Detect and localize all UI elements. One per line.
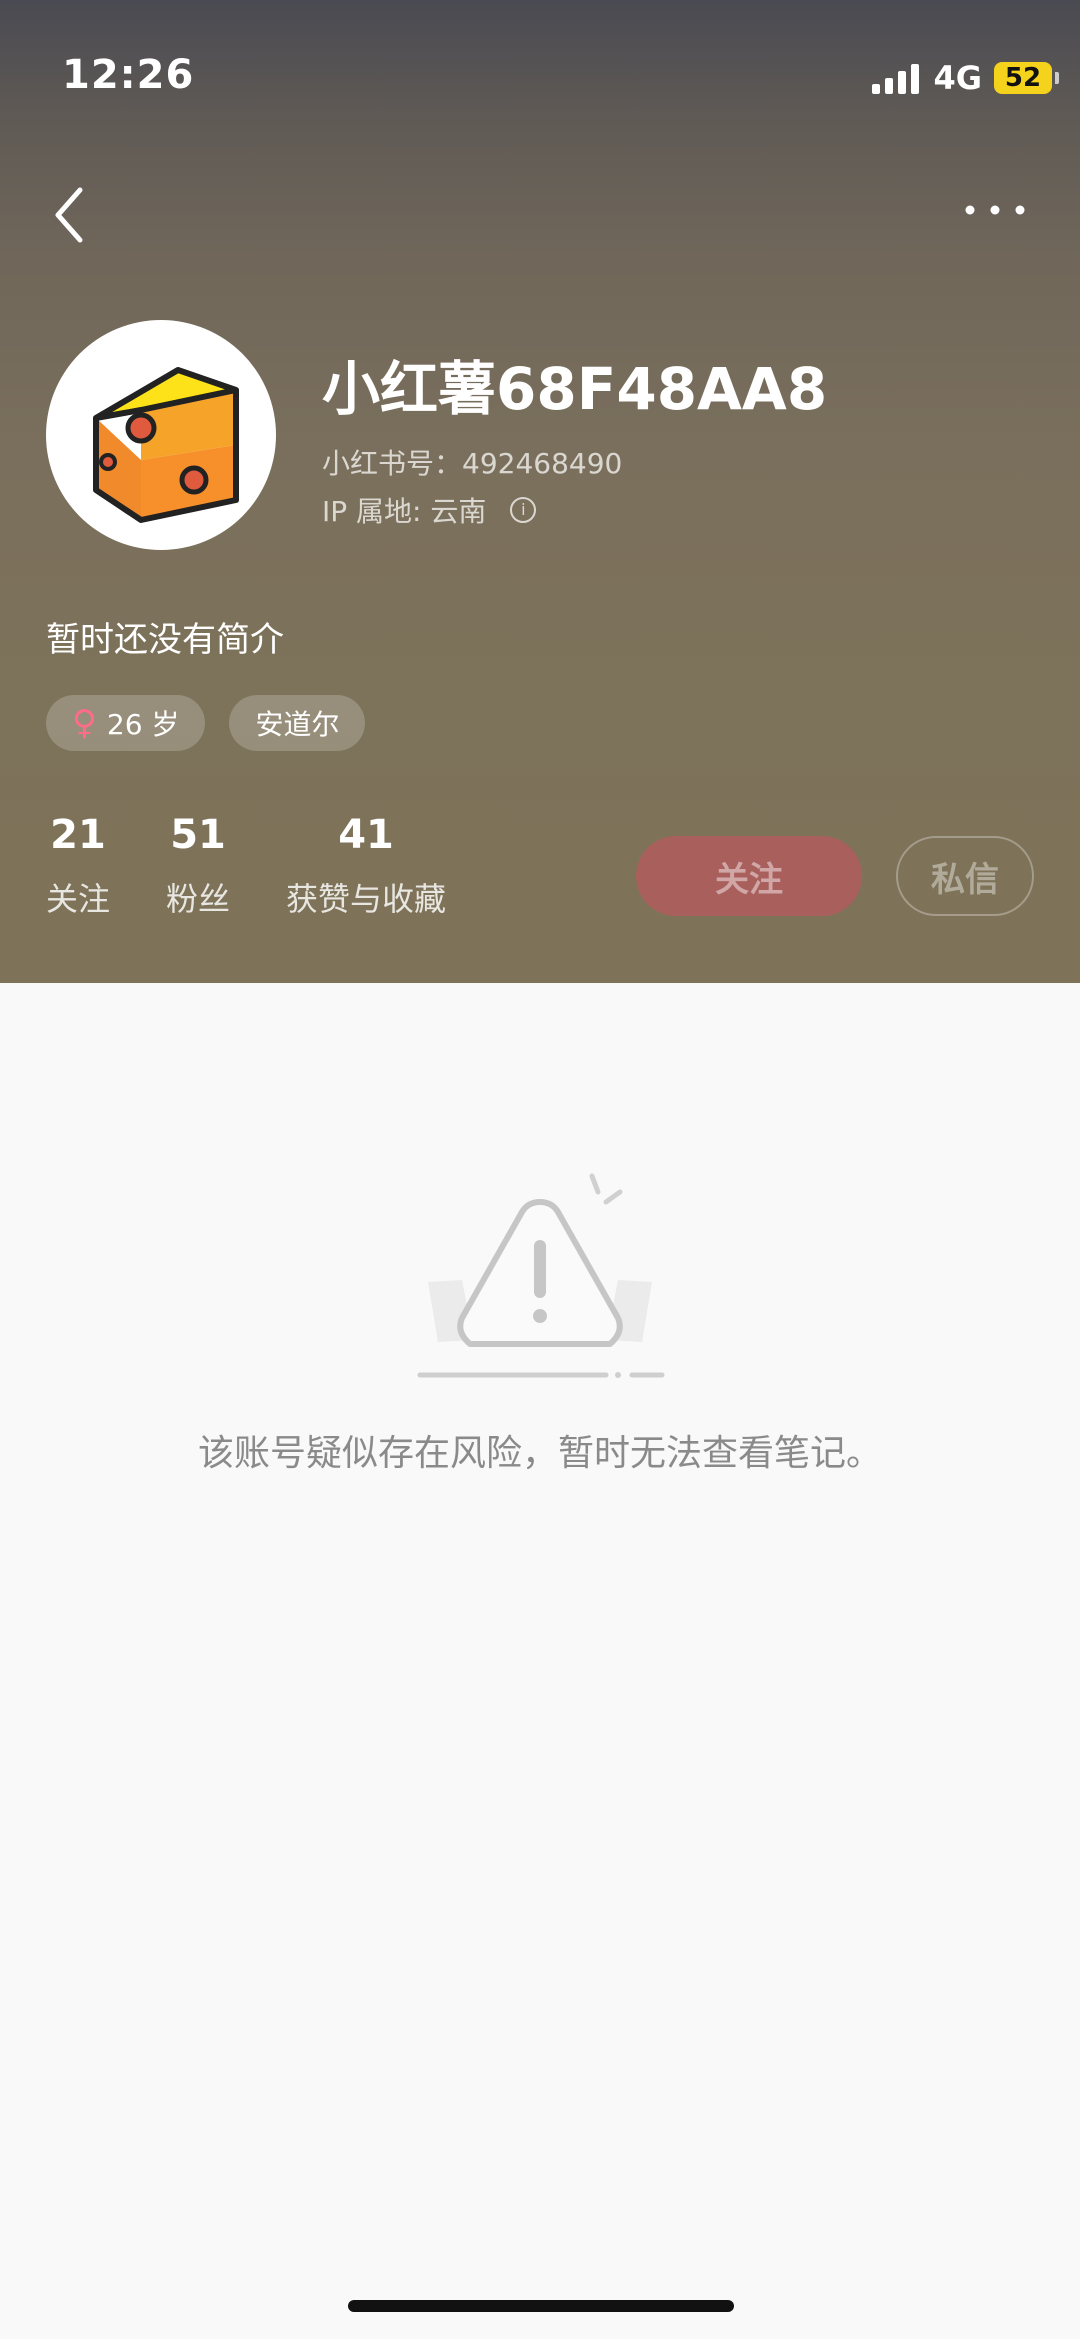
stat-following[interactable]: 21 关注: [46, 812, 110, 920]
profile-stats: 21 关注 51 粉丝 41 获赞与收藏: [46, 812, 502, 920]
warning-icon: [417, 1173, 665, 1378]
user-id-label: 小红书号：: [322, 447, 463, 480]
stat-likes-collections[interactable]: 41 获赞与收藏: [286, 812, 446, 920]
profile-header: 12:26 4G 52 小红薯68F48AA8 小红书号：492468490 I…: [0, 0, 1080, 983]
stat-number: 41: [338, 812, 394, 858]
cheese-icon: [93, 367, 239, 523]
back-button[interactable]: [46, 180, 96, 250]
info-icon[interactable]: i: [510, 497, 537, 523]
status-time: 12:26: [62, 52, 195, 98]
user-id[interactable]: 小红书号：492468490: [322, 442, 622, 482]
stat-label: 粉丝: [166, 880, 231, 918]
risk-notice: 该账号疑似存在风险，暂时无法查看笔记。: [197, 1433, 882, 1474]
stat-number: 21: [50, 812, 106, 858]
profile-tags: ♀ 26 岁 安道尔: [46, 695, 366, 751]
status-indicators: 4G 52: [872, 58, 1059, 98]
stat-label: 获赞与收藏: [286, 880, 447, 918]
age-tag: ♀ 26 岁: [46, 695, 206, 751]
chevron-left-icon: [55, 187, 83, 243]
battery-icon: 52: [994, 62, 1059, 94]
more-button[interactable]: [960, 190, 1030, 230]
stat-label: 关注: [46, 880, 111, 918]
age-label: 26 岁: [106, 708, 180, 741]
message-button[interactable]: 私信: [896, 836, 1034, 916]
nickname: 小红薯68F48AA8: [322, 355, 828, 423]
bio[interactable]: 暂时还没有简介: [46, 612, 284, 661]
ip-location: IP 属地: 云南 i: [322, 490, 537, 530]
female-icon: ♀: [72, 703, 97, 743]
ip-location-label: IP 属地: 云南: [322, 495, 487, 528]
more-dots-icon: [965, 205, 1025, 215]
avatar[interactable]: [46, 320, 276, 550]
stat-number: 51: [170, 812, 226, 858]
follow-button[interactable]: 关注: [636, 836, 862, 916]
location-tag: 安道尔: [229, 695, 366, 751]
signal-icon: [872, 62, 920, 94]
network-type: 4G: [933, 59, 982, 97]
user-id-value: 492468490: [462, 447, 623, 480]
location-label: 安道尔: [255, 708, 340, 741]
stat-followers[interactable]: 51 粉丝: [166, 812, 230, 920]
home-indicator[interactable]: [348, 2300, 734, 2312]
